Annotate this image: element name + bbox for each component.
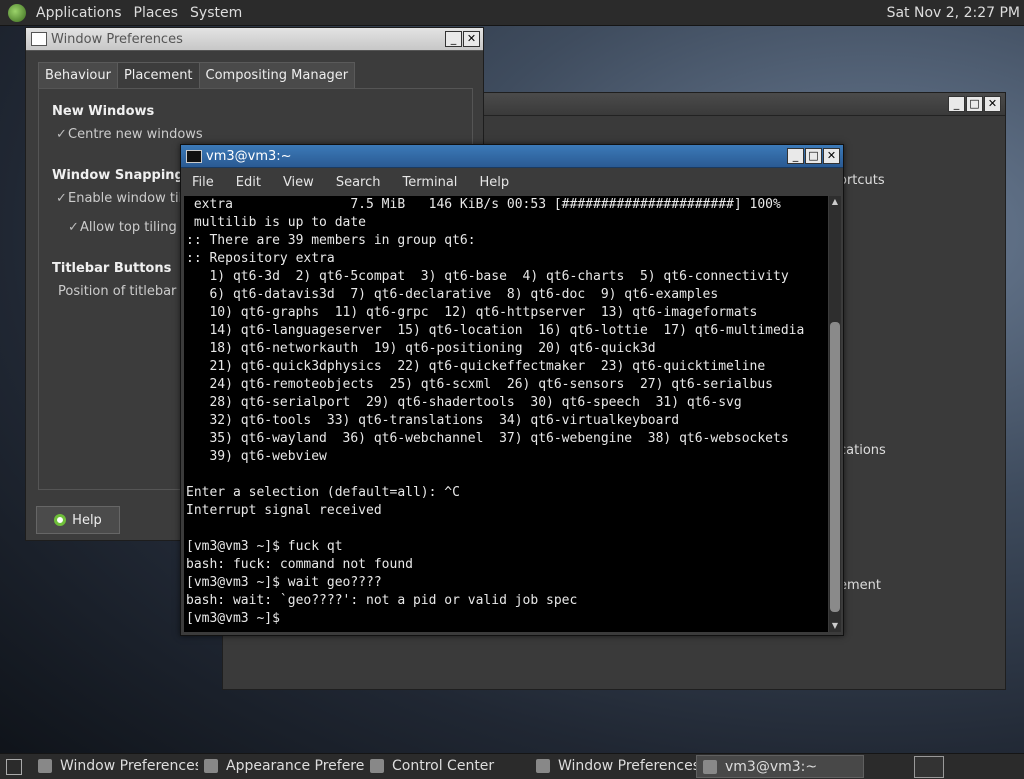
terminal-output[interactable]: extra 7.5 MiB 146 KiB/s 00:53 [#########… (184, 196, 828, 632)
menu-search[interactable]: Search (325, 175, 392, 190)
menu-file[interactable]: File (181, 175, 225, 190)
checkbox-label: Enable window tili (68, 191, 186, 206)
maximize-button[interactable]: □ (805, 148, 822, 164)
section-titlebar-buttons: Titlebar Buttons (52, 261, 172, 276)
checkmark-icon: ✓ (56, 127, 67, 142)
app-icon (536, 758, 550, 773)
clock[interactable]: Sat Nov 2, 2:27 PM (887, 5, 1020, 21)
tab-placement[interactable]: Placement (116, 62, 200, 89)
terminal-line: [vm3@vm3 ~]$ (186, 611, 280, 626)
taskbar-task[interactable]: vm3@vm3:~ (696, 755, 864, 778)
terminal-line: :: Repository extra (186, 251, 335, 266)
terminal-line: 1) qt6-3d 2) qt6-5compat 3) qt6-base 4) … (186, 269, 789, 284)
menu-help[interactable]: Help (468, 175, 520, 190)
window-icon (31, 32, 47, 46)
terminal-line: bash: fuck: command not found (186, 557, 413, 572)
help-icon (54, 514, 67, 526)
checkbox-label: Centre new windows (68, 127, 203, 142)
titlebar-position-label: Position of titlebar b (58, 284, 189, 299)
tab-bar: Behaviour Placement Compositing Manager (38, 62, 356, 89)
taskbar-task[interactable]: Appearance Prefere... (198, 755, 364, 776)
taskbar-task-label: vm3@vm3:~ (725, 758, 818, 775)
menu-edit[interactable]: Edit (225, 175, 272, 190)
cc-item-management[interactable]: ement (839, 578, 881, 593)
cc-item-shortcuts[interactable]: ortcuts (839, 173, 885, 188)
top-panel: Applications Places System Sat Nov 2, 2:… (0, 0, 1024, 26)
terminal-icon (186, 149, 202, 163)
terminal-line: extra 7.5 MiB 146 KiB/s 00:53 [#########… (186, 197, 781, 212)
taskbar-task[interactable]: Control Center (364, 755, 530, 776)
section-new-windows: New Windows (52, 104, 155, 119)
terminal-line: Interrupt signal received (186, 503, 382, 518)
menu-places[interactable]: Places (128, 5, 185, 21)
terminal-line: 14) qt6-languageserver 15) qt6-location … (186, 323, 805, 338)
terminal-line: 6) qt6-datavis3d 7) qt6-declarative 8) q… (186, 287, 719, 302)
terminal-title: vm3@vm3:~ (206, 148, 292, 164)
tab-compositing-manager[interactable]: Compositing Manager (198, 62, 356, 89)
taskbar-task-label: Window Preferences (60, 757, 198, 774)
enable-window-tiling-checkbox[interactable]: ✓Enable window tili (56, 191, 186, 206)
close-button[interactable]: ✕ (823, 148, 840, 164)
close-button[interactable]: ✕ (463, 31, 480, 47)
app-icon (370, 758, 384, 773)
terminal-line: 21) qt6-quick3dphysics 22) qt6-quickeffe… (186, 359, 766, 374)
terminal-line: 24) qt6-remoteobjects 25) qt6-scxml 26) … (186, 377, 773, 392)
terminal-line: 35) qt6-wayland 36) qt6-webchannel 37) q… (186, 431, 789, 446)
checkmark-icon: ✓ (68, 220, 79, 235)
minimize-button[interactable]: _ (948, 96, 965, 112)
checkbox-label: Allow top tiling (80, 220, 177, 235)
window-preferences-titlebar[interactable]: Window Preferences _ ✕ (26, 28, 483, 51)
terminal-titlebar[interactable]: vm3@vm3:~ _ □ ✕ (181, 145, 843, 168)
scroll-up-icon[interactable]: ▲ (829, 196, 841, 208)
taskbar-task-label: Appearance Prefere... (226, 757, 364, 774)
distro-logo-icon[interactable] (8, 3, 26, 22)
terminal-line: 39) qt6-webview (186, 449, 327, 464)
taskbar-task[interactable]: Window Preferences (530, 755, 696, 776)
taskbar-task-label: Control Center (392, 757, 495, 774)
app-icon (703, 759, 717, 774)
taskbar-task[interactable]: Window Preferences (32, 755, 198, 776)
cc-item-applications[interactable]: cations (839, 443, 886, 458)
taskbar-task-label: Window Preferences (558, 757, 696, 774)
maximize-button[interactable]: □ (966, 96, 983, 112)
workspace-switcher[interactable] (914, 755, 944, 778)
terminal-window: vm3@vm3:~ _ □ ✕ File Edit View Search Te… (180, 144, 844, 636)
menu-applications[interactable]: Applications (30, 5, 128, 21)
checkmark-icon: ✓ (56, 191, 67, 206)
terminal-line: Enter a selection (default=all): ^C (186, 485, 460, 500)
terminal-line: 28) qt6-serialport 29) qt6-shadertools 3… (186, 395, 742, 410)
minimize-button[interactable]: _ (787, 148, 804, 164)
terminal-line: multilib is up to date (186, 215, 367, 230)
show-desktop-icon[interactable] (6, 758, 22, 775)
terminal-menubar: File Edit View Search Terminal Help (181, 168, 843, 196)
app-icon (204, 758, 218, 773)
terminal-scrollbar[interactable]: ▲ ▼ (829, 196, 841, 632)
menu-terminal[interactable]: Terminal (391, 175, 468, 190)
window-title: Window Preferences (51, 31, 183, 47)
section-window-snapping: Window Snapping (52, 168, 184, 183)
close-button[interactable]: ✕ (984, 96, 1001, 112)
terminal-line: :: There are 39 members in group qt6: (186, 233, 476, 248)
terminal-line: bash: wait: `geo????': not a pid or vali… (186, 593, 578, 608)
scrollbar-thumb[interactable] (830, 322, 840, 612)
help-button[interactable]: Help (36, 506, 120, 534)
scroll-down-icon[interactable]: ▼ (829, 620, 841, 632)
terminal-line: 10) qt6-graphs 11) qt6-grpc 12) qt6-http… (186, 305, 758, 320)
menu-system[interactable]: System (184, 5, 248, 21)
menu-view[interactable]: View (272, 175, 325, 190)
terminal-line: [vm3@vm3 ~]$ fuck qt (186, 539, 343, 554)
tab-behaviour[interactable]: Behaviour (38, 62, 118, 89)
app-icon (38, 758, 52, 773)
taskbar: Window Preferences Appearance Prefere... C… (0, 753, 1024, 779)
allow-top-tiling-checkbox[interactable]: ✓Allow top tiling (68, 220, 177, 235)
terminal-line: 32) qt6-tools 33) qt6-translations 34) q… (186, 413, 680, 428)
minimize-button[interactable]: _ (445, 31, 462, 47)
terminal-line: 18) qt6-networkauth 19) qt6-positioning … (186, 341, 656, 356)
centre-new-windows-checkbox[interactable]: ✓Centre new windows (56, 127, 203, 142)
terminal-line: [vm3@vm3 ~]$ wait geo???? (186, 575, 382, 590)
help-label: Help (72, 512, 102, 528)
